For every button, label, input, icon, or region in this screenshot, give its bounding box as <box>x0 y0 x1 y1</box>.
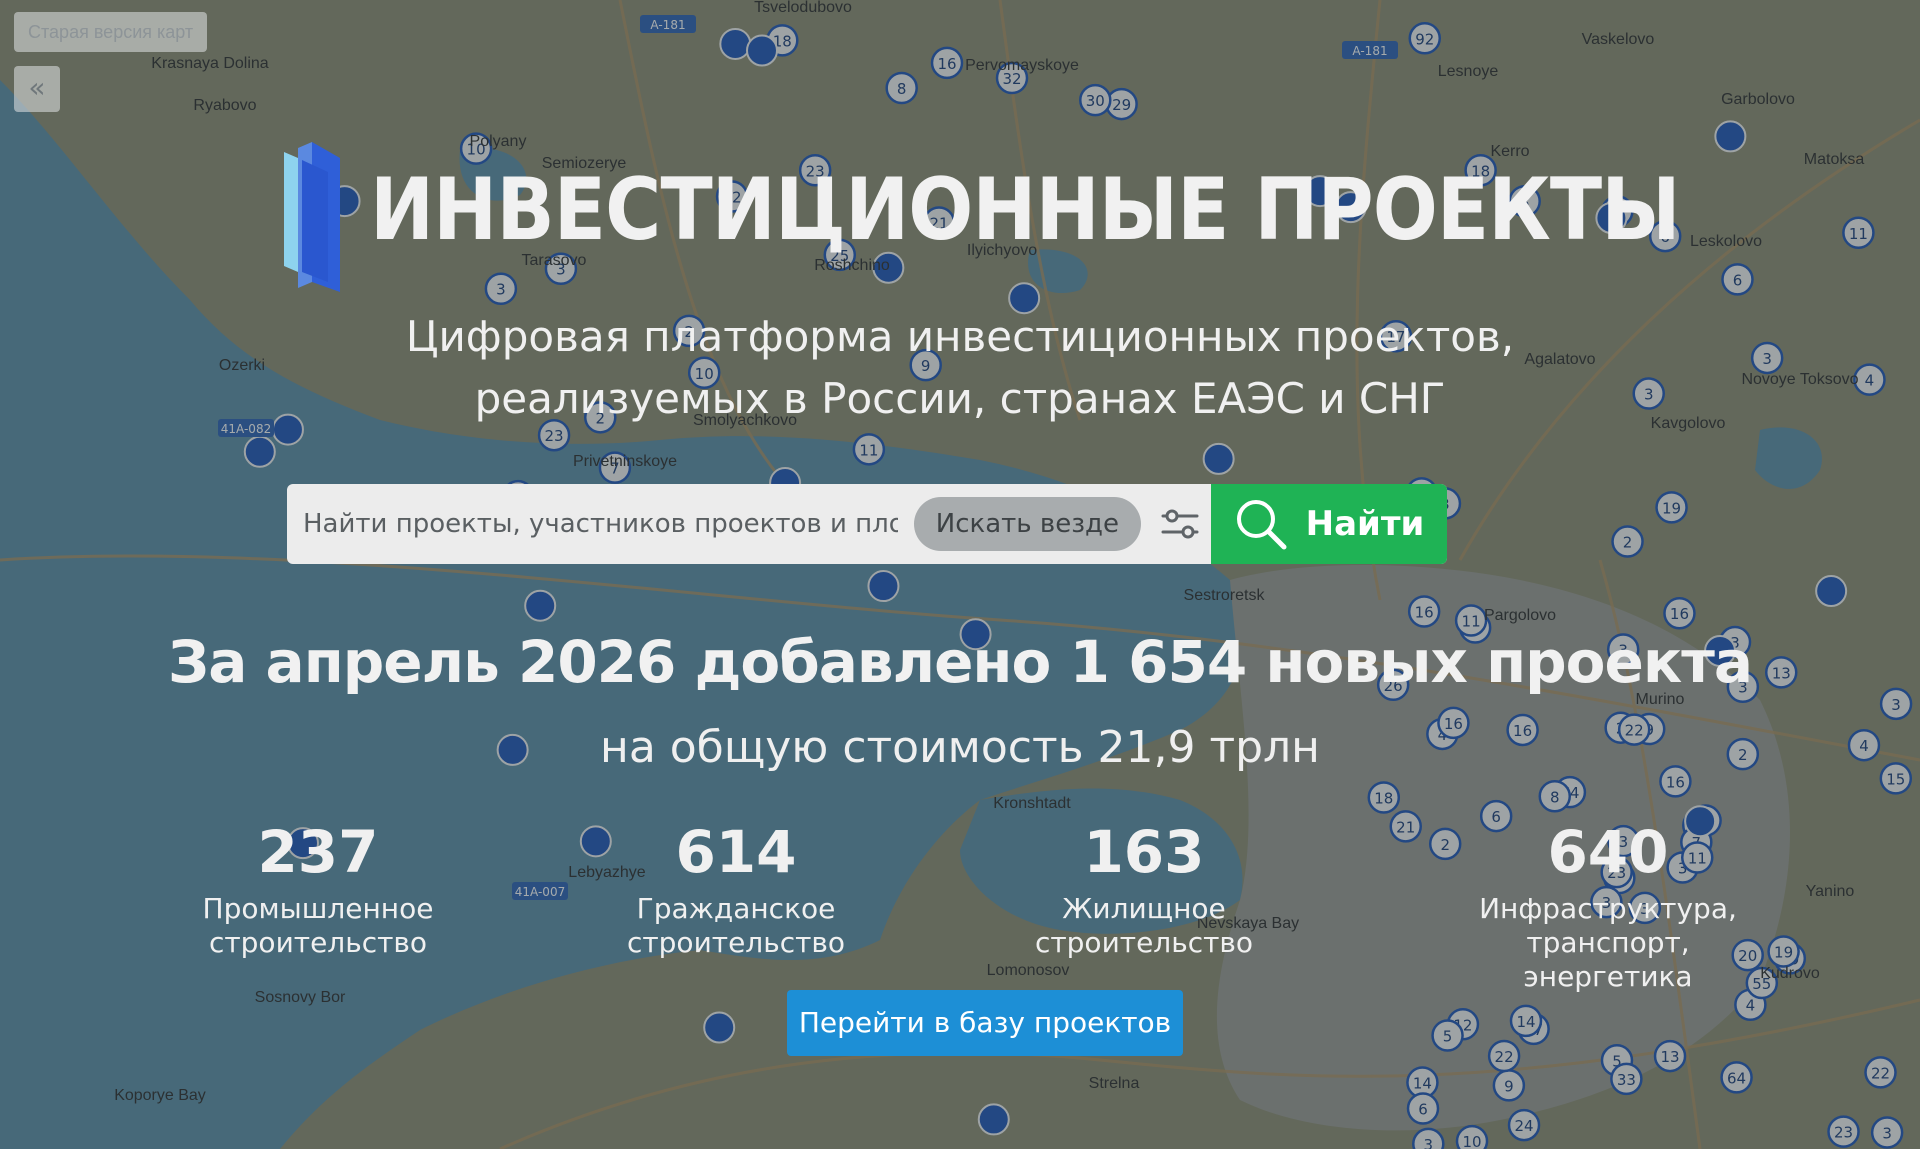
stats-headline-suffix: новых проекта <box>1265 628 1753 696</box>
stat-value: 614 <box>675 818 797 886</box>
stat-value: 640 <box>1547 818 1669 886</box>
stat-label-line1: Инфраструктура, <box>1479 892 1737 925</box>
stat-industrial[interactable]: 237 Промышленное строительство <box>158 818 478 960</box>
page-subtitle: Цифровая платформа инвестиционных проект… <box>0 306 1920 430</box>
sliders-icon <box>1161 509 1199 539</box>
search-input[interactable] <box>287 484 914 564</box>
stat-label-line2: строительство <box>626 926 846 959</box>
find-button[interactable]: Найти <box>1211 484 1447 564</box>
search-bar: Искать везде Найти <box>287 484 1447 564</box>
stats-headline-count: 1 654 <box>1069 628 1248 696</box>
stats-headline-prefix: За апрель 2026 добавлено <box>168 628 1051 696</box>
subtitle-line-1: Цифровая платформа инвестиционных проект… <box>405 312 1515 361</box>
filter-settings-button[interactable] <box>1149 484 1211 564</box>
stat-label-line1: Гражданское <box>636 892 836 925</box>
stat-residential[interactable]: 163 Жилищное строительство <box>984 818 1304 960</box>
stats-headline: За апрель 2026 добавлено 1 654 новых про… <box>0 628 1920 696</box>
stat-label-line2: строительство <box>208 926 428 959</box>
double-chevron-left-icon: « <box>28 71 46 104</box>
page-title: ИНВЕСТИЦИОННЫЕ ПРОЕКТЫ <box>370 160 1681 260</box>
stat-label-line1: Жилищное <box>1062 892 1226 925</box>
stat-label-line2: строительство <box>1034 926 1254 959</box>
old-version-button[interactable]: Старая версия карт <box>14 12 208 52</box>
stat-label-line1: Промышленное <box>202 892 434 925</box>
stats-total-cost: на общую стоимость 21,9 трлн <box>600 722 1320 773</box>
stat-value: 163 <box>1083 818 1205 886</box>
search-scope-dropdown[interactable]: Искать везде <box>913 497 1141 551</box>
search-icon <box>1236 500 1287 550</box>
logo-icon <box>284 142 340 292</box>
go-to-database-button[interactable]: Перейти в базу проектов <box>787 990 1183 1056</box>
stat-label-line2: транспорт, энергетика <box>1523 926 1693 993</box>
stat-infrastructure[interactable]: 640 Инфраструктура, транспорт, энергетик… <box>1448 818 1768 994</box>
collapse-panel-button[interactable]: « <box>14 66 60 112</box>
subtitle-line-2: реализуемых в России, странах ЕАЭС и СНГ <box>474 374 1446 423</box>
stat-value: 237 <box>257 818 379 886</box>
stat-civil[interactable]: 614 Гражданское строительство <box>576 818 896 960</box>
find-button-label: Найти <box>1305 504 1425 544</box>
